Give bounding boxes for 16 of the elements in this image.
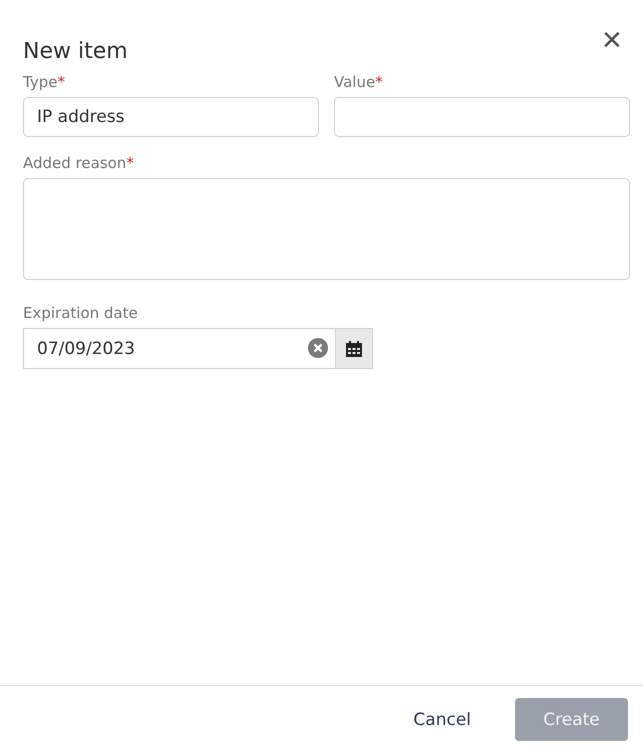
cancel-button[interactable]: Cancel xyxy=(399,698,485,741)
required-mark: * xyxy=(126,154,134,172)
clear-icon[interactable] xyxy=(308,338,328,358)
date-field[interactable]: 07/09/2023 xyxy=(23,328,336,369)
input-field[interactable] xyxy=(334,97,630,137)
field-label: Expiration date xyxy=(23,304,138,322)
calendar-button[interactable] xyxy=(336,328,373,369)
required-mark: * xyxy=(57,73,65,91)
required-mark: * xyxy=(375,73,383,91)
dialog-title: New item xyxy=(23,39,128,64)
calendar-icon xyxy=(345,340,363,358)
field-label: Type xyxy=(23,73,58,91)
field-label: Added reason xyxy=(23,154,126,172)
input-field[interactable]: IP address xyxy=(23,97,319,137)
field-label: Value xyxy=(334,73,376,91)
close-button[interactable]: ✕ xyxy=(595,20,629,60)
